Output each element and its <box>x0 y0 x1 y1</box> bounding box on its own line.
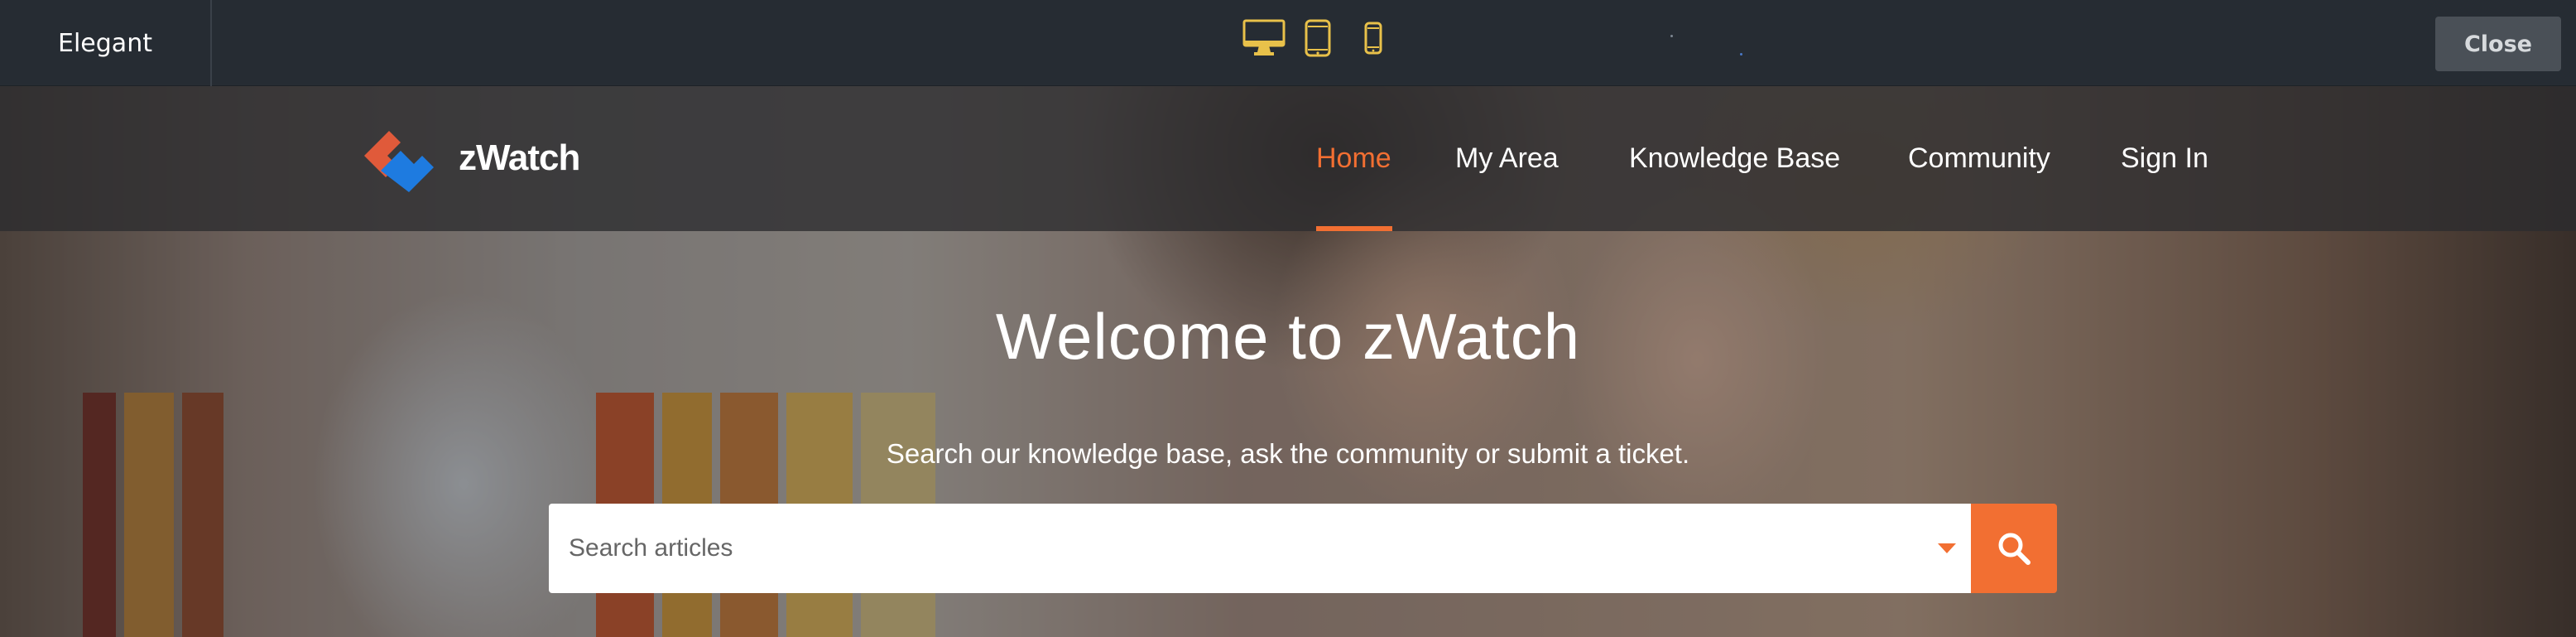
theme-name: Elegant <box>0 0 212 86</box>
site-header: zWatch Home My Area Knowledge Base Commu… <box>0 86 2576 231</box>
search-scope-dropdown-icon[interactable] <box>1938 543 1956 553</box>
decorative-dot <box>1740 53 1742 55</box>
search-input[interactable] <box>569 504 1893 593</box>
close-button[interactable]: Close <box>2435 17 2561 71</box>
search-button[interactable] <box>1971 504 2057 593</box>
search-field-container <box>549 504 1971 593</box>
search-bar <box>549 504 2057 593</box>
site-preview: zWatch Home My Area Knowledge Base Commu… <box>0 86 2576 637</box>
search-icon <box>1998 533 2031 565</box>
nav-community[interactable]: Community <box>1908 86 2050 231</box>
hero-subtitle: Search our knowledge base, ask the commu… <box>886 438 1690 469</box>
hero-title: Welcome to zWatch <box>995 300 1581 373</box>
nav-knowledge-base[interactable]: Knowledge Base <box>1629 86 1840 231</box>
mobile-icon[interactable] <box>1362 20 1384 56</box>
nav-sign-in[interactable]: Sign In <box>2121 86 2208 231</box>
brand-name: zWatch <box>459 138 580 178</box>
tablet-icon[interactable] <box>1303 18 1333 58</box>
device-switcher <box>1242 18 1384 58</box>
preview-toolbar: Elegant Close <box>0 0 2576 86</box>
desktop-icon[interactable] <box>1242 18 1286 58</box>
active-nav-indicator <box>1316 226 1392 231</box>
zwatch-logo[interactable] <box>358 116 440 199</box>
nav-my-area[interactable]: My Area <box>1455 86 1559 231</box>
decorative-dot <box>1670 35 1673 37</box>
nav-home[interactable]: Home <box>1316 86 1391 231</box>
